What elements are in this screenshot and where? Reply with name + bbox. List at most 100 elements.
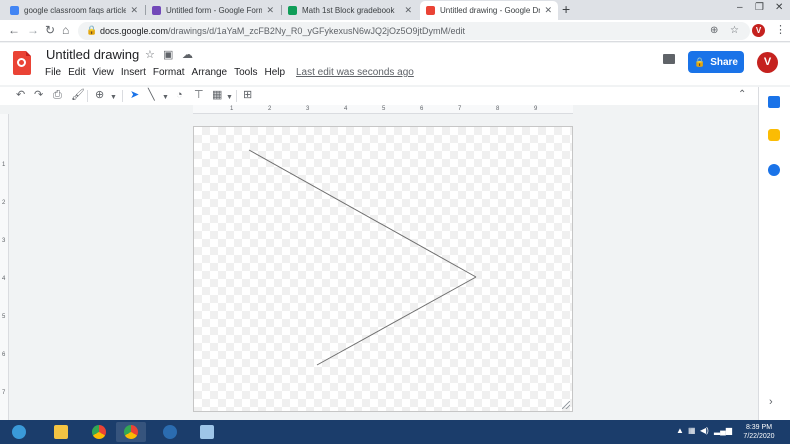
drawing-header: Untitled drawing ☆ ▣ ☁ File Edit View In… — [0, 43, 790, 85]
calendar-icon[interactable] — [768, 96, 780, 108]
drawing-toolbar: ↶ ↷ ⎙ 🖌 ⊕ ▼ ➤ ╲ ▼ ◔ ⊤ ▦ ▼ ⊞ — [0, 87, 758, 105]
taskbar: ▲ ▦ ◀) ▂▄▆ ▪ 8:39 PM 7/22/2020 — [0, 420, 790, 444]
drawing-canvas[interactable] — [193, 126, 573, 412]
horizontal-ruler: 1 2 3 4 5 6 7 8 9 — [193, 105, 573, 114]
file-explorer-icon[interactable] — [46, 422, 76, 442]
minimize-icon[interactable]: – — [737, 2, 743, 13]
text-box-icon[interactable]: ⊤ — [194, 89, 204, 102]
image-icon[interactable]: ▦ — [212, 89, 222, 102]
menu-insert[interactable]: Insert — [121, 67, 146, 78]
restore-icon[interactable]: ❐ — [755, 2, 764, 13]
browser-tab-title: Untitled form - Google Forms — [166, 6, 263, 15]
browser-tab-strip: google classroom faqs article.do ✕ Untit… — [0, 0, 790, 20]
sheets-favicon-icon — [288, 6, 297, 15]
chevron-down-icon[interactable]: ▼ — [226, 91, 233, 104]
menu-view[interactable]: View — [92, 67, 114, 78]
chrome-icon[interactable] — [84, 422, 114, 442]
undo-icon[interactable]: ↶ — [16, 89, 25, 102]
tray-chevron-icon[interactable]: ▲ — [676, 426, 684, 435]
app-window-icon[interactable] — [192, 422, 222, 442]
menu-tools[interactable]: Tools — [234, 67, 257, 78]
network-icon[interactable]: ▦ — [688, 426, 696, 435]
forms-favicon-icon — [152, 6, 161, 15]
share-button[interactable]: 🔒 Share — [688, 51, 744, 73]
browser-tab-title: Untitled drawing - Google Draw — [440, 6, 541, 15]
url-text: docs.google.com/drawings/d/1aYaM_zcFB2Ny… — [100, 26, 465, 36]
menu-arrange[interactable]: Arrange — [192, 67, 228, 78]
ruler-label: 5 — [382, 106, 386, 112]
ruler-label: 5 — [2, 314, 6, 320]
toolbar-divider — [236, 90, 237, 102]
new-tab-icon[interactable]: + — [562, 2, 570, 16]
app-globe-icon[interactable] — [155, 422, 185, 442]
volume-icon[interactable]: ◀) — [700, 426, 709, 435]
star-icon[interactable]: ☆ — [145, 48, 155, 61]
docs-favicon-icon — [10, 6, 19, 15]
select-cursor-icon[interactable]: ➤ — [130, 89, 139, 102]
browser-tab-active[interactable]: Untitled drawing - Google Draw ✕ — [420, 1, 558, 20]
ruler-label: 4 — [344, 106, 348, 112]
cloud-status-icon[interactable]: ☁ — [182, 48, 193, 61]
collapse-toolbar-icon[interactable]: ⌃ — [738, 89, 746, 100]
menu-format[interactable]: Format — [153, 67, 185, 78]
ruler-label: 6 — [420, 106, 424, 112]
zoom-icon[interactable]: ⊕ — [710, 25, 718, 36]
close-window-icon[interactable]: ✕ — [775, 2, 783, 13]
tasks-icon[interactable] — [768, 164, 780, 176]
paint-format-icon[interactable]: 🖌 — [71, 89, 85, 102]
ruler-label: 3 — [2, 238, 6, 244]
close-tab-icon[interactable]: ✕ — [404, 5, 412, 16]
browser-tab-title: Math 1st Block gradebook — [302, 6, 395, 15]
system-clock[interactable]: 8:39 PM 7/22/2020 — [732, 423, 786, 441]
back-icon[interactable]: ← — [8, 23, 20, 37]
ie-icon[interactable] — [4, 422, 34, 442]
home-icon[interactable]: ⌂ — [62, 23, 69, 37]
reload-icon[interactable]: ↻ — [45, 23, 55, 37]
document-title[interactable]: Untitled drawing — [46, 47, 139, 62]
close-tab-icon[interactable]: ✕ — [130, 5, 138, 16]
account-avatar[interactable]: V — [757, 52, 778, 73]
forward-icon[interactable]: → — [27, 23, 39, 37]
redo-icon[interactable]: ↷ — [34, 89, 43, 102]
clock-date: 7/22/2020 — [743, 433, 775, 440]
shape-tool-icon[interactable]: ◔ — [176, 89, 183, 102]
browser-tab-title: google classroom faqs article.do — [24, 6, 127, 15]
browser-profile-avatar[interactable]: V — [752, 24, 765, 37]
close-tab-icon[interactable]: ✕ — [266, 5, 274, 16]
print-icon[interactable]: ⎙ — [53, 89, 62, 102]
chevron-down-icon[interactable]: ▼ — [110, 91, 117, 104]
chevron-down-icon[interactable]: ▼ — [162, 91, 169, 104]
browser-menu-icon[interactable]: ⋮ — [775, 23, 786, 36]
ruler-label: 7 — [2, 390, 6, 396]
line-shape-lower[interactable] — [316, 276, 477, 366]
menu-bar: File Edit View Insert Format Arrange Too… — [45, 67, 292, 78]
keep-icon[interactable] — [768, 129, 780, 141]
ruler-label: 2 — [2, 200, 6, 206]
ruler-label: 9 — [534, 106, 538, 112]
close-tab-icon[interactable]: ✕ — [544, 5, 552, 16]
lock-icon: 🔒 — [693, 56, 706, 67]
line-tool-icon[interactable]: ╲ — [148, 89, 155, 102]
last-edit-link[interactable]: Last edit was seconds ago — [296, 67, 414, 78]
chrome-profile-icon[interactable] — [116, 422, 146, 442]
clock-time: 8:39 PM — [745, 424, 773, 431]
menu-edit[interactable]: Edit — [68, 67, 85, 78]
menu-file[interactable]: File — [45, 67, 61, 78]
resize-handle-icon[interactable] — [562, 401, 570, 409]
ruler-label: 4 — [2, 276, 6, 282]
comments-icon[interactable] — [663, 54, 675, 64]
zoom-icon[interactable]: ⊕ — [95, 89, 104, 102]
move-folder-icon[interactable]: ▣ — [163, 48, 173, 61]
menu-help[interactable]: Help — [264, 67, 285, 78]
ruler-label: 2 — [268, 106, 272, 112]
add-comment-icon[interactable]: ⊞ — [243, 89, 252, 102]
browser-tab[interactable]: Untitled form - Google Forms ✕ — [146, 1, 280, 20]
browser-tab[interactable]: Math 1st Block gradebook ✕ — [282, 1, 418, 20]
browser-tab[interactable]: google classroom faqs article.do ✕ — [4, 1, 144, 20]
drawings-logo-icon[interactable] — [13, 51, 31, 75]
notification-icon[interactable]: ▪ — [727, 426, 730, 435]
url-input[interactable]: 🔒 docs.google.com/drawings/d/1aYaM_zcFB2… — [78, 22, 750, 40]
bookmark-star-icon[interactable]: ☆ — [730, 25, 739, 36]
expand-side-panel-icon[interactable]: › — [769, 396, 773, 408]
line-shape-upper[interactable] — [248, 149, 477, 278]
